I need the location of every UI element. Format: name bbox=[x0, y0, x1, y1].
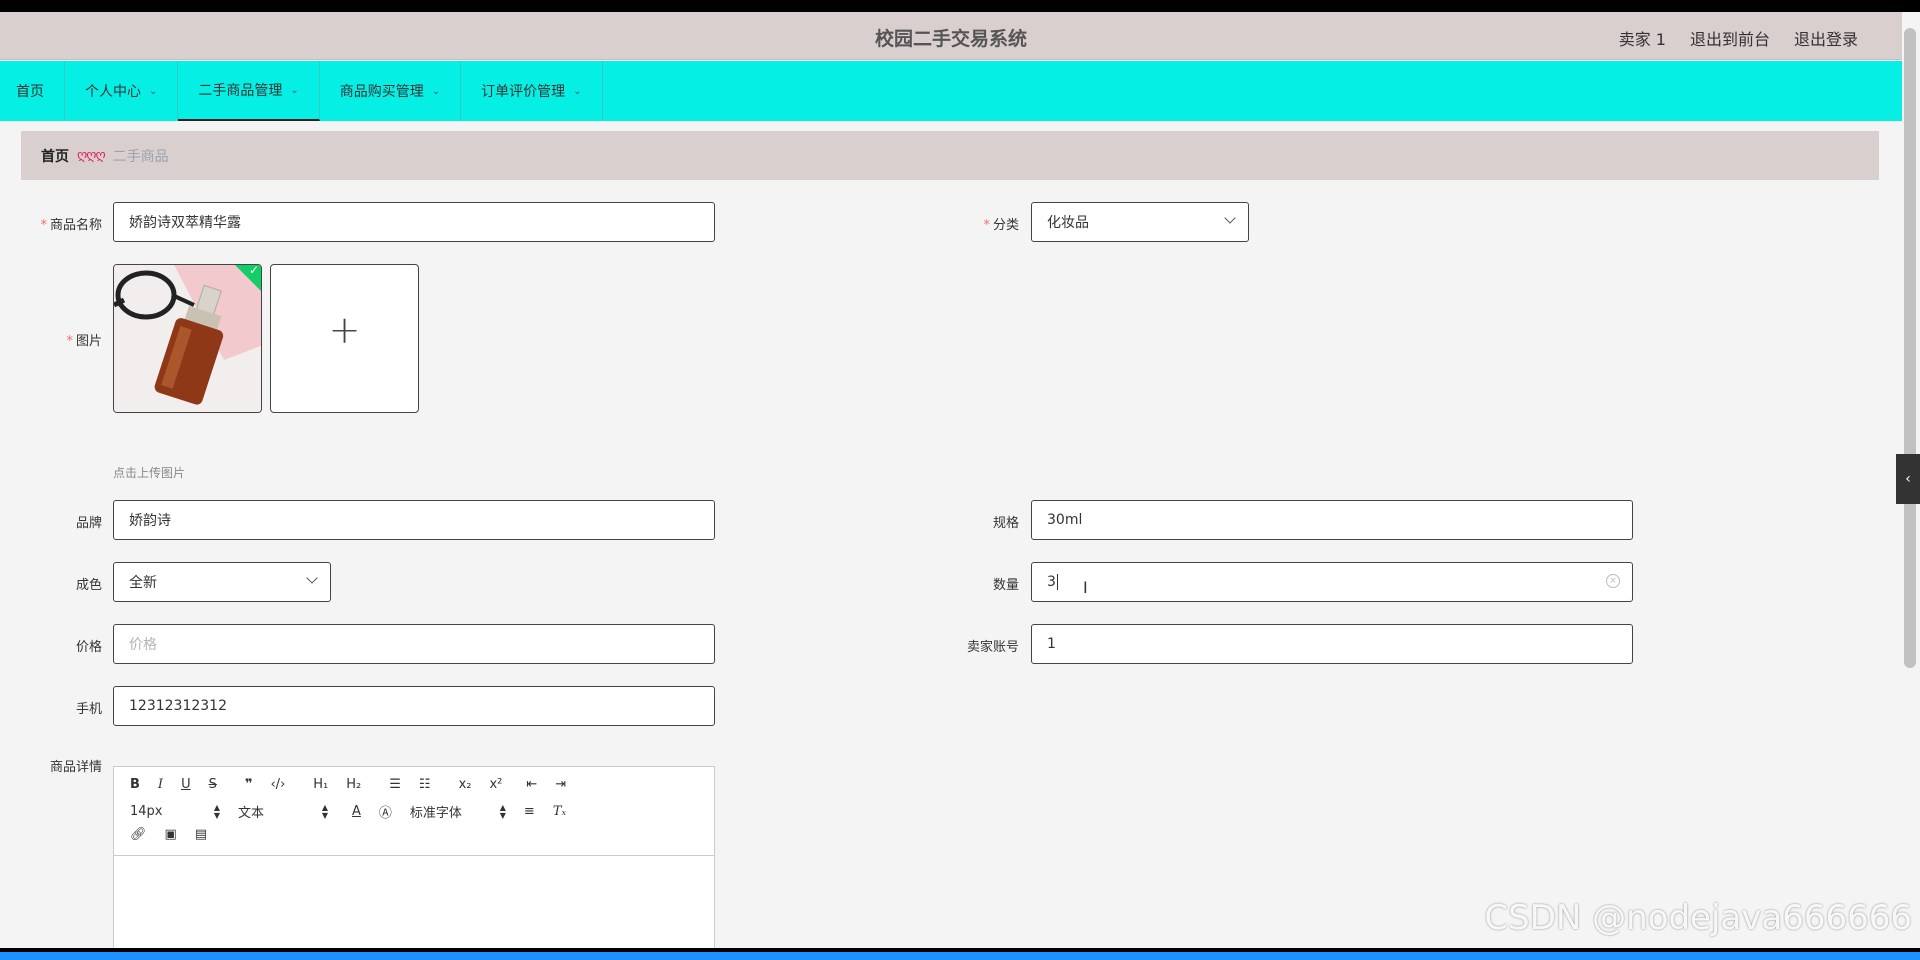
font-family-picker[interactable]: 标准字体 ▲ ▼ bbox=[410, 802, 506, 821]
nav-item-secondhand-goods[interactable]: 二手商品管理 ⌄ bbox=[178, 61, 320, 121]
header-picker[interactable]: 文本 ▲ ▼ bbox=[238, 802, 328, 821]
nav-item-home[interactable]: 首页 bbox=[0, 61, 65, 121]
align-icon[interactable]: ≡ bbox=[524, 804, 535, 819]
chevron-left-icon: ‹ bbox=[1905, 471, 1911, 487]
price-input[interactable]: 价格 bbox=[113, 624, 715, 664]
back-to-front-link[interactable]: 退出到前台 bbox=[1690, 26, 1770, 50]
side-collapse-tab[interactable]: ‹ bbox=[1896, 454, 1920, 504]
image-icon[interactable]: ▣ bbox=[165, 827, 177, 842]
chevron-down-icon: ⌄ bbox=[431, 85, 441, 97]
breadcrumb-separator: ღღღ bbox=[77, 148, 106, 163]
image-label: * 图片 bbox=[66, 334, 102, 349]
updown-icon: ▲ ▼ bbox=[321, 802, 328, 820]
text-cursor-icon: I bbox=[1083, 578, 1088, 597]
category-select[interactable]: 化妆品 bbox=[1031, 202, 1249, 242]
nav-item-label: 首页 bbox=[16, 84, 44, 100]
background-color-icon[interactable]: Ⓐ bbox=[379, 802, 392, 821]
link-icon[interactable]: 🔗︎ bbox=[130, 827, 147, 842]
scrollbar[interactable] bbox=[1904, 28, 1916, 668]
name-label: * 商品名称 bbox=[40, 218, 102, 233]
app-title: 校园二手交易系统 bbox=[874, 28, 1027, 50]
breadcrumb-current: 二手商品 bbox=[112, 148, 169, 165]
heading-2-icon[interactable]: H₂ bbox=[346, 777, 361, 792]
spec-input[interactable]: 30ml bbox=[1031, 500, 1633, 540]
current-user[interactable]: 卖家 1 bbox=[1619, 26, 1666, 50]
watermark: CSDN @nodejava666666 bbox=[1484, 898, 1912, 938]
logout-link[interactable]: 退出登录 bbox=[1794, 26, 1858, 50]
phone-label: 手机 bbox=[75, 702, 102, 717]
breadcrumb-home[interactable]: 首页 bbox=[41, 146, 69, 166]
nav-item-label: 商品购买管理 bbox=[339, 84, 424, 100]
font-size-picker[interactable]: 14px ▲ ▼ bbox=[130, 802, 220, 820]
upload-image-button[interactable]: + bbox=[270, 264, 419, 413]
chevron-down-icon bbox=[1224, 212, 1236, 224]
spec-label: 规格 bbox=[992, 516, 1019, 531]
upload-hint: 点击上传图片 bbox=[113, 466, 186, 480]
chevron-down-icon: ⌄ bbox=[290, 84, 299, 96]
user-menu: 卖家 1 退出到前台 退出登录 bbox=[1619, 26, 1858, 50]
bottom-progress-bar bbox=[0, 952, 1920, 960]
brand-label: 品牌 bbox=[75, 516, 102, 531]
nav-item-order-review[interactable]: 订单评价管理 ⌄ bbox=[461, 61, 603, 121]
seller-account-input[interactable]: 1 bbox=[1031, 624, 1633, 664]
outdent-icon[interactable]: ⇤ bbox=[526, 777, 537, 792]
clear-format-icon[interactable]: Tₓ bbox=[553, 804, 566, 819]
nav-item-label: 订单评价管理 bbox=[481, 84, 566, 100]
heading-1-icon[interactable]: H₁ bbox=[313, 777, 328, 792]
nav-item-personal-center[interactable]: 个人中心 ⌄ bbox=[65, 61, 179, 121]
ordered-list-icon[interactable]: ☰ bbox=[389, 777, 401, 792]
seller-account-label: 卖家账号 bbox=[966, 640, 1019, 655]
video-icon[interactable]: ▤ bbox=[195, 827, 207, 842]
quantity-label: 数量 bbox=[992, 578, 1019, 593]
chevron-down-icon: ⌄ bbox=[573, 85, 582, 97]
editor-toolbar-row-3: 🔗︎ ▣ ▤ bbox=[130, 827, 225, 842]
text-color-icon[interactable]: A bbox=[352, 804, 361, 819]
updown-icon: ▲ ▼ bbox=[213, 802, 220, 820]
nav-item-label: 二手商品管理 bbox=[198, 83, 283, 99]
editor-toolbar-row-1: B I U S ❞ ‹/› H₁ H₂ ☰ ☷ x₂ x² ⇤ ⇥ bbox=[130, 777, 584, 792]
phone-input[interactable]: 12312312312 bbox=[113, 686, 715, 726]
details-label: 商品详情 bbox=[49, 760, 102, 775]
app-screen: 校园二手交易系统 卖家 1 退出到前台 退出登录 首页 个人中心 ⌄ 二手商品管… bbox=[0, 12, 1920, 948]
indent-icon[interactable]: ⇥ bbox=[555, 777, 566, 792]
rich-text-editor: B I U S ❞ ‹/› H₁ H₂ ☰ ☷ x₂ x² ⇤ ⇥ 14px ▲ ▼… bbox=[113, 766, 715, 948]
condition-label: 成色 bbox=[75, 578, 102, 593]
category-label: * 分类 bbox=[983, 218, 1019, 233]
quantity-input[interactable]: 3 × bbox=[1031, 562, 1633, 602]
blockquote-icon[interactable]: ❞ bbox=[245, 777, 253, 792]
top-header: 校园二手交易系统 卖家 1 退出到前台 退出登录 bbox=[0, 12, 1902, 60]
chevron-down-icon: ⌄ bbox=[149, 85, 158, 97]
updown-icon: ▲ ▼ bbox=[499, 802, 506, 820]
bold-icon[interactable]: B bbox=[130, 777, 140, 792]
superscript-icon[interactable]: x² bbox=[489, 777, 502, 792]
strikethrough-icon[interactable]: S bbox=[209, 777, 217, 792]
code-block-icon[interactable]: ‹/› bbox=[270, 777, 285, 792]
chevron-down-icon bbox=[306, 572, 318, 584]
main-nav: 首页 个人中心 ⌄ 二手商品管理 ⌄ 商品购买管理 ⌄ 订单评价管理 ⌄ bbox=[0, 61, 1902, 121]
condition-select[interactable]: 全新 bbox=[113, 562, 331, 602]
underline-icon[interactable]: U bbox=[181, 777, 191, 792]
nav-item-label: 个人中心 bbox=[85, 84, 141, 100]
editor-content-area[interactable] bbox=[114, 855, 714, 856]
brand-input[interactable]: 娇韵诗 bbox=[113, 500, 715, 540]
breadcrumb: 首页 ღღღ 二手商品 bbox=[21, 131, 1879, 180]
check-icon: ✓ bbox=[248, 264, 259, 277]
price-label: 价格 bbox=[75, 640, 102, 655]
product-name-input[interactable]: 娇韵诗双萃精华露 bbox=[113, 202, 715, 242]
bullet-list-icon[interactable]: ☷ bbox=[419, 777, 431, 792]
clear-icon[interactable]: × bbox=[1606, 574, 1620, 588]
editor-toolbar-row-2: 14px ▲ ▼ 文本 ▲ ▼ A Ⓐ 标准字体 ▲ ▼ ≡ Tₓ bbox=[130, 802, 584, 821]
nav-item-purchase[interactable]: 商品购买管理 ⌄ bbox=[320, 61, 462, 121]
plus-icon: + bbox=[328, 308, 361, 352]
italic-icon[interactable]: I bbox=[158, 777, 163, 792]
uploaded-image-thumbnail[interactable]: ✓ bbox=[113, 264, 262, 413]
subscript-icon[interactable]: x₂ bbox=[459, 777, 472, 792]
